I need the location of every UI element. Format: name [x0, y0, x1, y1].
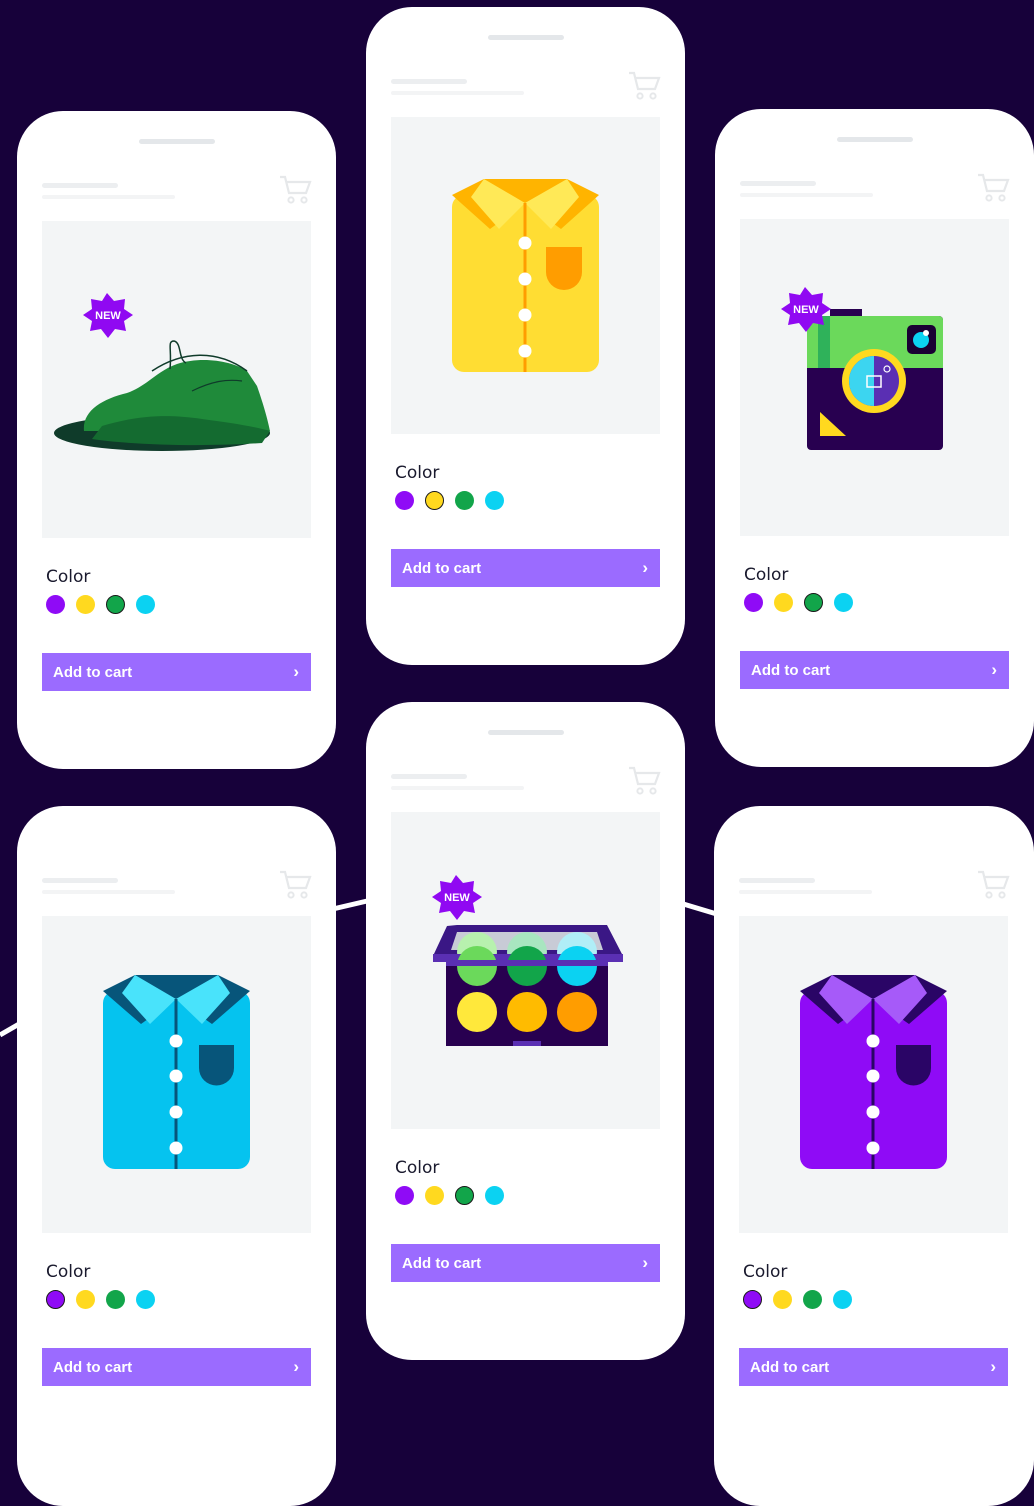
color-swatches [743, 1290, 852, 1309]
color-label: Color [743, 1262, 788, 1282]
cart-icon[interactable] [976, 171, 1012, 203]
header-placeholder [391, 79, 467, 84]
swatch-purple[interactable] [395, 1186, 414, 1205]
cart-icon[interactable] [976, 868, 1012, 900]
color-swatches [744, 593, 853, 612]
color-label: Color [744, 565, 789, 585]
cart-icon[interactable] [627, 764, 663, 796]
header-placeholder [391, 786, 524, 790]
swatch-yellow[interactable] [425, 1186, 444, 1205]
product-card-camera: NEW Color Add to cart › [715, 109, 1034, 767]
button-label: Add to cart [53, 663, 133, 681]
product-image: NEW [42, 221, 311, 538]
swatch-purple[interactable] [46, 595, 65, 614]
phone-notch [487, 35, 564, 40]
palette-icon: NEW [432, 875, 623, 1046]
header-placeholder [740, 181, 816, 186]
header-placeholder [391, 91, 524, 95]
product-image [42, 916, 311, 1233]
swatch-green[interactable] [106, 1290, 125, 1309]
swatch-yellow[interactable] [425, 491, 444, 510]
swatch-cyan[interactable] [834, 593, 853, 612]
add-to-cart-button[interactable]: Add to cart › [391, 1244, 660, 1282]
shoe-icon: NEW [54, 293, 270, 451]
phone-notch [836, 137, 913, 142]
product-card-purple-shirt: Color Add to cart › [714, 806, 1034, 1506]
swatch-yellow[interactable] [76, 1290, 95, 1309]
product-card-sneaker: NEW Color Add to cart › [17, 111, 336, 769]
add-to-cart-button[interactable]: Add to cart › [391, 549, 660, 587]
product-card-palette: NEW Color Add to cart › [366, 702, 685, 1360]
header-placeholder [740, 193, 873, 197]
swatch-cyan[interactable] [485, 491, 504, 510]
add-to-cart-button[interactable]: Add to cart › [42, 653, 311, 691]
add-to-cart-button[interactable]: Add to cart › [739, 1348, 1008, 1386]
button-label: Add to cart [750, 1358, 830, 1376]
color-swatches [395, 491, 504, 510]
button-label: Add to cart [402, 559, 482, 577]
swatch-yellow[interactable] [76, 595, 95, 614]
chevron-right-icon: › [293, 1357, 299, 1376]
chevron-right-icon: › [293, 662, 299, 681]
cart-icon[interactable] [627, 69, 663, 101]
swatch-green[interactable] [106, 595, 125, 614]
shirt-icon [103, 975, 250, 1169]
new-badge: NEW [444, 892, 470, 904]
swatch-green[interactable] [455, 1186, 474, 1205]
product-card-yellow-shirt: Color Add to cart › [366, 7, 685, 665]
swatch-purple[interactable] [46, 1290, 65, 1309]
header-placeholder [42, 183, 118, 188]
phone-notch [138, 139, 215, 144]
header-placeholder [391, 774, 467, 779]
shirt-icon [452, 179, 599, 372]
phone-notch [487, 730, 564, 735]
button-label: Add to cart [751, 661, 831, 679]
chevron-right-icon: › [642, 558, 648, 577]
header-placeholder [739, 890, 872, 894]
camera-icon: NEW [781, 287, 943, 450]
product-image [739, 916, 1008, 1233]
color-label: Color [46, 567, 91, 587]
swatch-yellow[interactable] [773, 1290, 792, 1309]
new-badge: NEW [95, 310, 121, 322]
button-label: Add to cart [402, 1254, 482, 1272]
color-swatches [46, 595, 155, 614]
color-swatches [395, 1186, 504, 1205]
chevron-right-icon: › [991, 660, 997, 679]
header-placeholder [42, 890, 175, 894]
swatch-cyan[interactable] [136, 1290, 155, 1309]
header-placeholder [42, 878, 118, 883]
product-image [391, 117, 660, 434]
color-label: Color [395, 1158, 440, 1178]
add-to-cart-button[interactable]: Add to cart › [740, 651, 1009, 689]
product-image: NEW [391, 812, 660, 1129]
swatch-purple[interactable] [744, 593, 763, 612]
new-badge: NEW [793, 304, 819, 316]
cart-icon[interactable] [278, 173, 314, 205]
product-card-cyan-shirt: Color Add to cart › [17, 806, 336, 1506]
button-label: Add to cart [53, 1358, 133, 1376]
swatch-yellow[interactable] [774, 593, 793, 612]
color-label: Color [46, 1262, 91, 1282]
swatch-green[interactable] [803, 1290, 822, 1309]
header-placeholder [42, 195, 175, 199]
add-to-cart-button[interactable]: Add to cart › [42, 1348, 311, 1386]
swatch-purple[interactable] [395, 491, 414, 510]
product-image: NEW [740, 219, 1009, 536]
header-placeholder [739, 878, 815, 883]
shirt-icon [800, 975, 947, 1169]
swatch-green[interactable] [804, 593, 823, 612]
cart-icon[interactable] [278, 868, 314, 900]
color-swatches [46, 1290, 155, 1309]
swatch-green[interactable] [455, 491, 474, 510]
chevron-right-icon: › [990, 1357, 996, 1376]
swatch-cyan[interactable] [833, 1290, 852, 1309]
swatch-cyan[interactable] [136, 595, 155, 614]
chevron-right-icon: › [642, 1253, 648, 1272]
color-label: Color [395, 463, 440, 483]
swatch-purple[interactable] [743, 1290, 762, 1309]
swatch-cyan[interactable] [485, 1186, 504, 1205]
